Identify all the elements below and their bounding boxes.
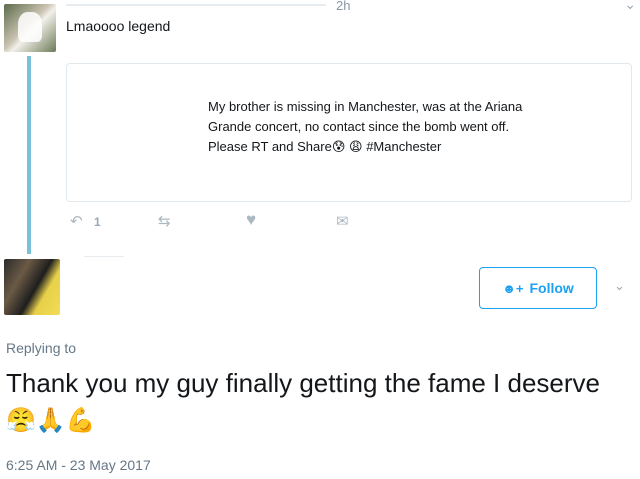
- chevron-down-icon[interactable]: ⌄: [624, 0, 636, 13]
- hashtag-link[interactable]: #Manchester: [366, 139, 441, 154]
- face-steam-emoji: 😤: [6, 407, 36, 434]
- tweet-text: Lmaoooo legend: [66, 18, 171, 34]
- heart-icon[interactable]: ♥: [246, 210, 256, 230]
- avatar[interactable]: [4, 4, 56, 52]
- tweet-timestamp[interactable]: 6:25 AM - 23 May 2017: [6, 457, 151, 473]
- reply-icon[interactable]: ↶: [70, 212, 83, 230]
- weary-face-emoji: 😩: [349, 139, 363, 154]
- tweet-body: Thank you my guy finally getting the fam…: [6, 368, 600, 398]
- username-placeholder: [66, 4, 326, 6]
- reply-count: 1: [94, 215, 101, 229]
- follow-button[interactable]: ☻+ Follow: [479, 267, 597, 309]
- follow-label: Follow: [529, 280, 574, 296]
- quote-line-3: Please RT and Share😰 😩 #Manchester: [208, 137, 568, 157]
- tweet-time[interactable]: 2h: [336, 0, 350, 13]
- anxious-face-emoji: 😰: [331, 139, 346, 154]
- tweet-text: Thank you my guy finally getting the fam…: [6, 365, 616, 439]
- quote-line-1: My brother is missing in Manchester, was…: [208, 99, 523, 114]
- folded-hands-emoji: 🙏: [35, 407, 66, 434]
- add-user-icon: ☻+: [502, 280, 524, 296]
- quote-line-3-text: Please RT and Share: [208, 139, 332, 154]
- flexed-biceps-emoji: 💪: [65, 407, 96, 434]
- direct-message-icon[interactable]: ✉: [336, 212, 349, 230]
- replying-to: Replying to: [6, 340, 77, 356]
- chevron-down-icon[interactable]: ⌄: [614, 278, 625, 294]
- divider: [84, 256, 124, 257]
- avatar[interactable]: [4, 259, 60, 315]
- retweet-icon[interactable]: ⇆: [158, 212, 171, 230]
- quote-line-2: Grande concert, no contact since the bom…: [208, 119, 510, 134]
- quoted-tweet-text: My brother is missing in Manchester, was…: [208, 97, 568, 157]
- thread-connector-line: [27, 56, 31, 254]
